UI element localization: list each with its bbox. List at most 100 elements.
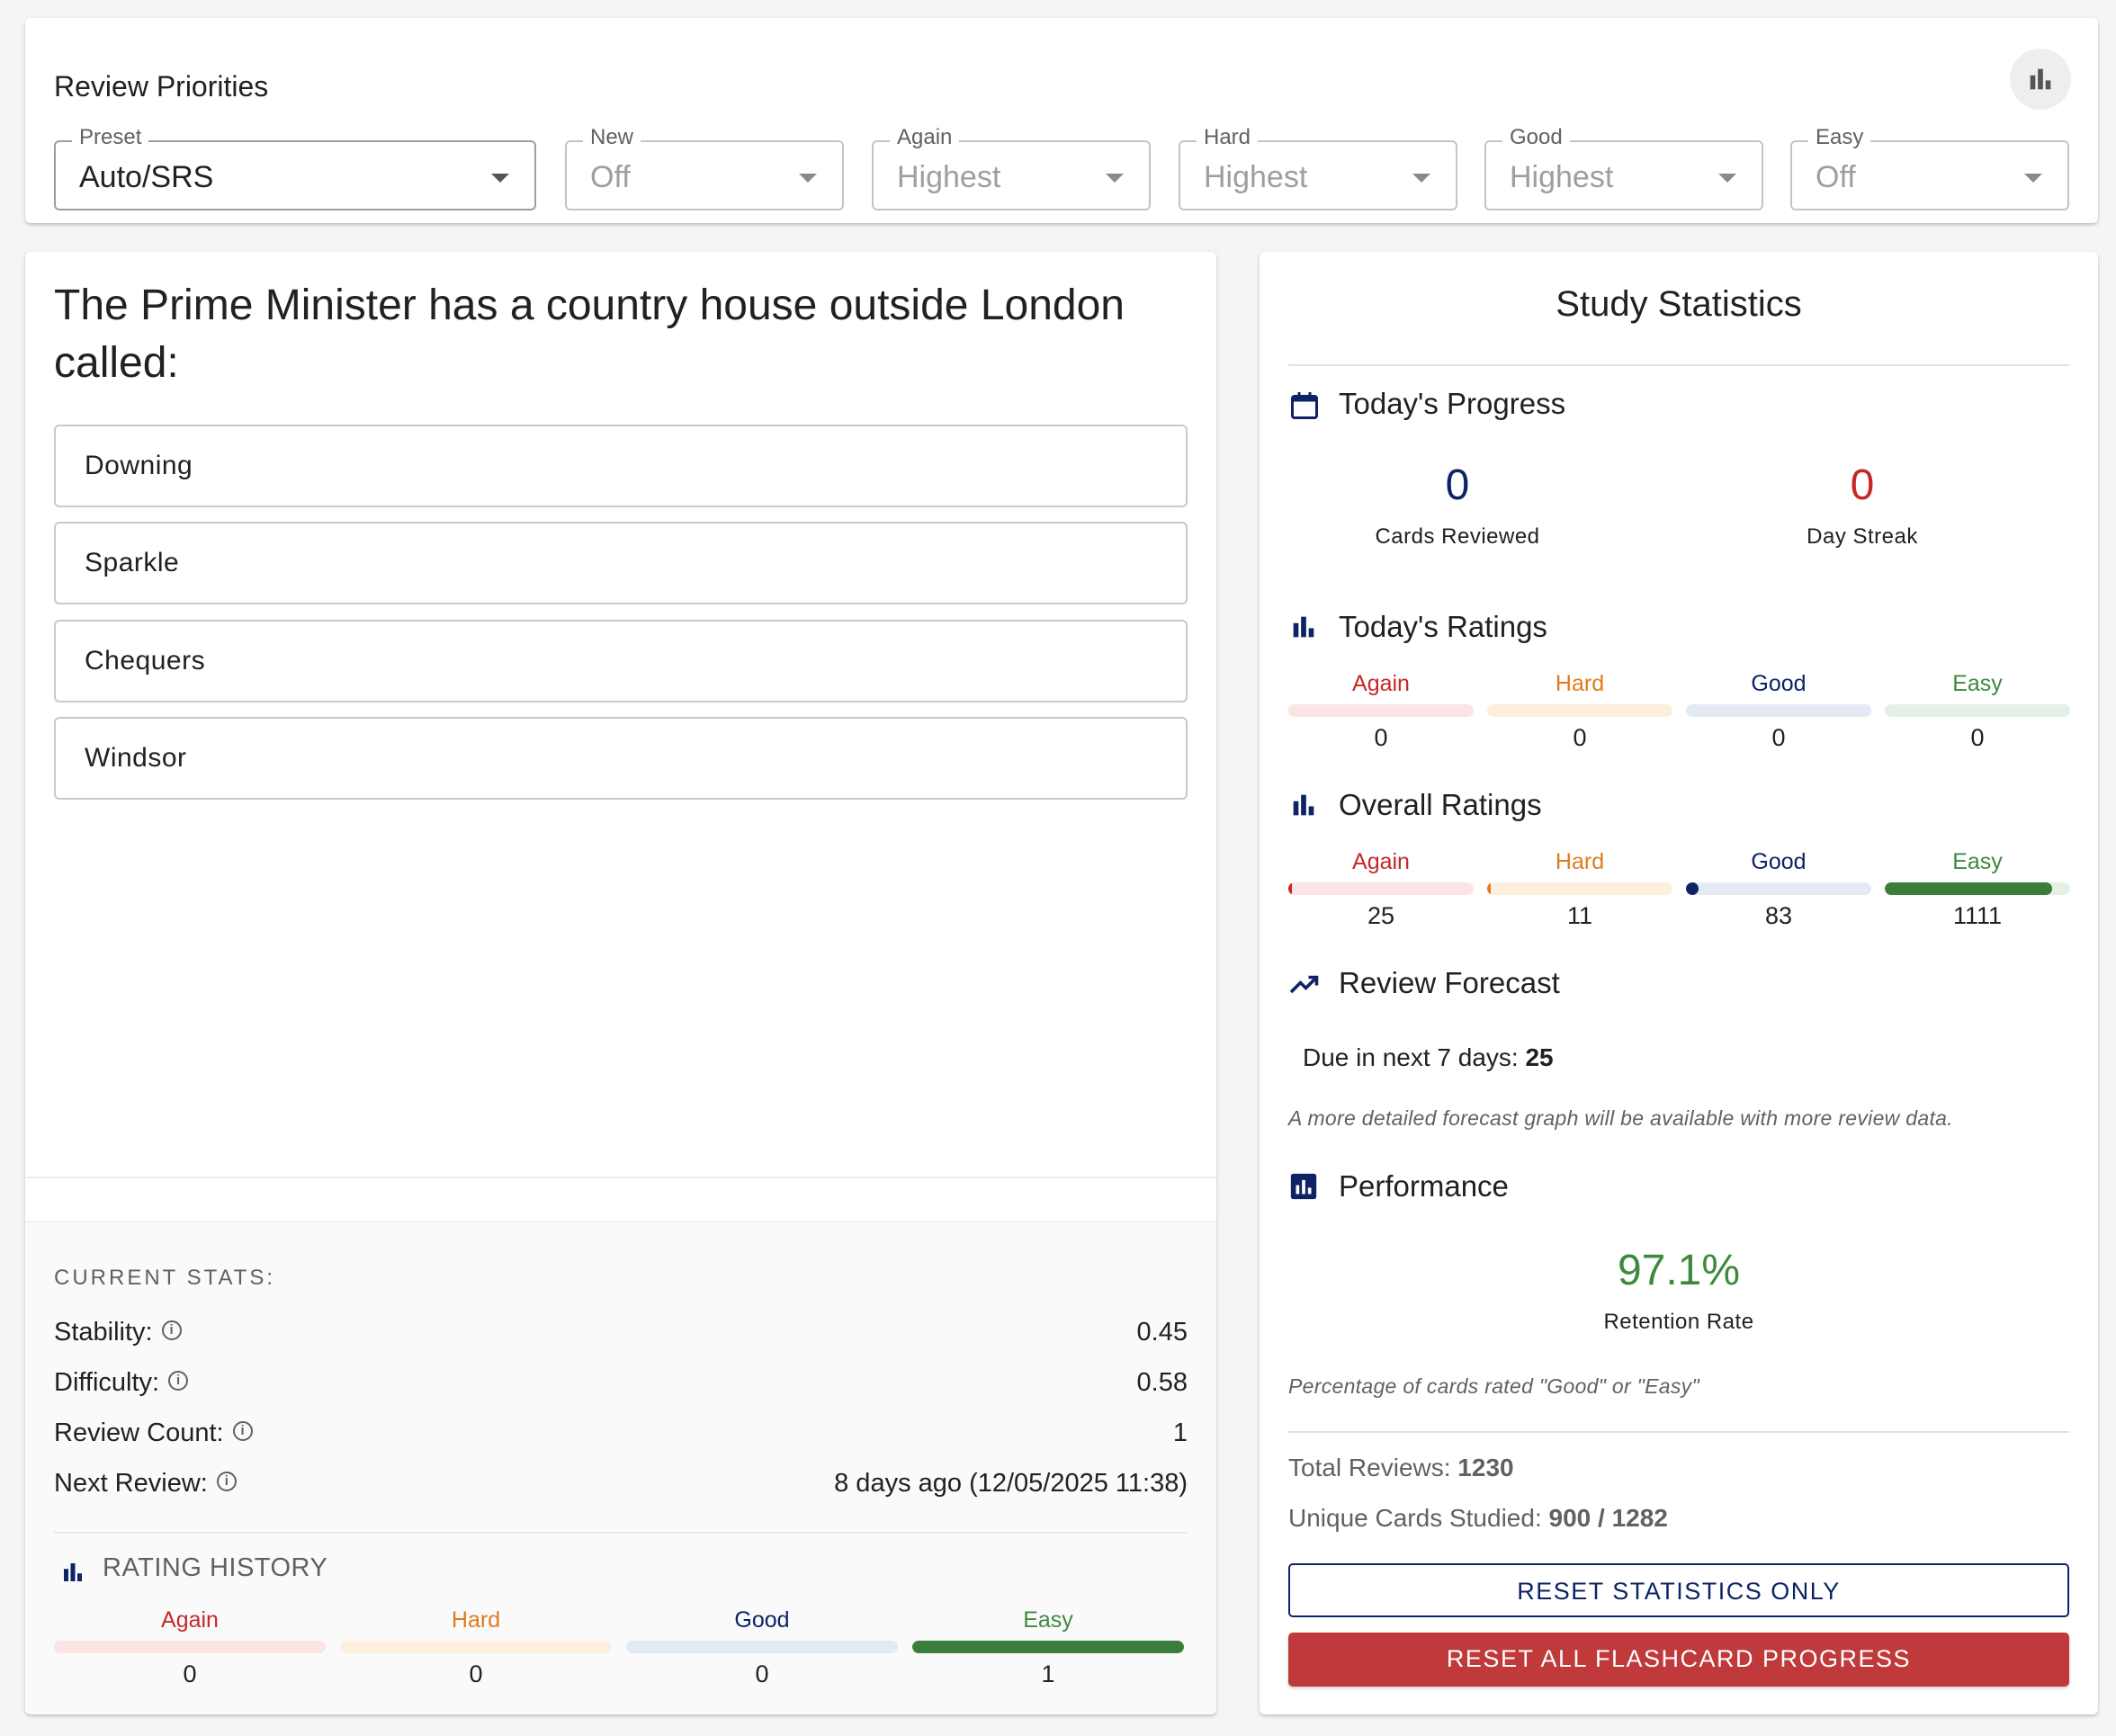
divider bbox=[1288, 364, 2069, 366]
todays-progress-header: Today's Progress bbox=[1288, 387, 1565, 421]
chevron-down-icon bbox=[1718, 174, 1736, 183]
answer-option[interactable]: Chequers bbox=[54, 620, 1188, 702]
good-priority-select[interactable]: Good Highest bbox=[1484, 124, 1763, 210]
performance-header: Performance bbox=[1288, 1169, 1509, 1204]
review-count-label: Review Count: bbox=[54, 1418, 224, 1447]
today-rating-easy: Easy 0 bbox=[1885, 671, 2070, 752]
rating-bar bbox=[1686, 704, 1871, 717]
rating-bar bbox=[1288, 704, 1474, 717]
rating-name: Good bbox=[1751, 671, 1807, 696]
info-icon[interactable]: i bbox=[161, 1320, 182, 1341]
reset-all-progress-button[interactable]: RESET ALL FLASHCARD PROGRESS bbox=[1288, 1633, 2069, 1687]
unique-cards-label: Unique Cards Studied: bbox=[1288, 1504, 1542, 1532]
rating-name: Hard bbox=[1555, 671, 1605, 696]
chevron-down-icon bbox=[1106, 174, 1124, 183]
stability-row: Stability: i 0.45 bbox=[54, 1318, 1188, 1354]
rating-name: Good bbox=[1751, 849, 1807, 874]
rating-bar bbox=[1885, 882, 2070, 895]
chevron-down-icon bbox=[799, 174, 817, 183]
preset-select[interactable]: Preset Auto/SRS bbox=[54, 124, 536, 210]
current-stats-title: CURRENT STATS: bbox=[54, 1266, 276, 1290]
again-select-value: Highest bbox=[897, 160, 1001, 194]
day-streak-value: 0 bbox=[1850, 461, 1875, 509]
again-priority-select[interactable]: Again Highest bbox=[872, 124, 1151, 210]
chevron-down-icon bbox=[2024, 174, 2042, 183]
todays-ratings-header: Today's Ratings bbox=[1288, 610, 1547, 644]
flashcard: The Prime Minister has a country house o… bbox=[25, 252, 1216, 1714]
rating-count: 0 bbox=[469, 1660, 483, 1687]
rating-count: 0 bbox=[183, 1660, 197, 1687]
day-streak-label: Day Streak bbox=[1807, 524, 1918, 549]
new-select-label: New bbox=[583, 124, 641, 151]
difficulty-row: Difficulty: i 0.58 bbox=[54, 1368, 1188, 1404]
bar-chart-icon bbox=[59, 1559, 86, 1586]
answer-option[interactable]: Downing bbox=[54, 425, 1188, 507]
rating-bar bbox=[1487, 882, 1672, 895]
divider bbox=[25, 1177, 1216, 1178]
study-statistics-panel: Study Statistics Today's Progress 0 Card… bbox=[1260, 252, 2098, 1714]
day-streak-stat: 0 Day Streak bbox=[1700, 461, 2024, 550]
total-reviews-label: Total Reviews: bbox=[1288, 1454, 1451, 1481]
performance-note: Percentage of cards rated "Good" or "Eas… bbox=[1288, 1374, 1699, 1398]
bar-chart-icon bbox=[1288, 612, 1319, 642]
forecast-note: A more detailed forecast graph will be a… bbox=[1288, 1106, 1953, 1130]
reset-statistics-button[interactable]: RESET STATISTICS ONLY bbox=[1288, 1563, 2069, 1617]
rating-count: 0 bbox=[1970, 724, 1985, 751]
total-reviews-value: 1230 bbox=[1457, 1454, 1514, 1481]
rating-bar bbox=[626, 1641, 898, 1653]
statistics-toggle-button[interactable] bbox=[2010, 49, 2071, 110]
due-value: 25 bbox=[1525, 1043, 1554, 1071]
new-priority-select[interactable]: New Off bbox=[565, 124, 844, 210]
study-statistics-title: Study Statistics bbox=[1556, 284, 1802, 324]
review-count-value: 1 bbox=[1172, 1418, 1188, 1447]
rating-bar-fill bbox=[912, 1641, 1184, 1653]
performance-title: Performance bbox=[1339, 1169, 1509, 1203]
due-next-7-days: Due in next 7 days: 25 bbox=[1303, 1043, 1554, 1072]
rating-name: Easy bbox=[1952, 849, 2003, 874]
good-select-label: Good bbox=[1502, 124, 1570, 151]
todays-progress-title: Today's Progress bbox=[1339, 387, 1566, 420]
rating-name: Again bbox=[161, 1607, 219, 1633]
rating-count: 11 bbox=[1566, 902, 1593, 929]
overall-rating-hard: Hard 11 bbox=[1487, 849, 1672, 930]
good-select-value: Highest bbox=[1510, 160, 1614, 194]
stability-label: Stability: bbox=[54, 1318, 153, 1347]
rating-count: 83 bbox=[1764, 902, 1793, 929]
rating-name: Again bbox=[1352, 849, 1410, 874]
overall-rating-easy: Easy 1111 bbox=[1885, 849, 2070, 930]
total-reviews: Total Reviews: 1230 bbox=[1288, 1454, 1514, 1482]
rating-count: 0 bbox=[1771, 724, 1786, 751]
info-icon[interactable]: i bbox=[168, 1371, 189, 1391]
rating-bar bbox=[1686, 882, 1871, 895]
calendar-icon bbox=[1291, 392, 1318, 419]
info-icon[interactable]: i bbox=[216, 1472, 237, 1492]
next-review-row: Next Review: i 8 days ago (12/05/2025 11:… bbox=[54, 1469, 1188, 1505]
preset-select-value: Auto/SRS bbox=[79, 160, 214, 194]
rating-count: 0 bbox=[1374, 724, 1388, 751]
difficulty-value: 0.58 bbox=[1136, 1368, 1188, 1397]
rating-bar bbox=[1288, 882, 1474, 895]
hard-priority-select[interactable]: Hard Highest bbox=[1179, 124, 1457, 210]
divider bbox=[54, 1532, 1188, 1534]
rating-count: 1 bbox=[1041, 1660, 1055, 1687]
rating-bar-fill bbox=[1487, 882, 1492, 895]
review-forecast-header: Review Forecast bbox=[1288, 966, 1560, 1000]
cards-reviewed-stat: 0 Cards Reviewed bbox=[1296, 461, 1619, 550]
rating-history-easy: Easy 1 bbox=[912, 1607, 1184, 1688]
answer-option[interactable]: Windsor bbox=[54, 717, 1188, 800]
rating-name: Easy bbox=[1952, 671, 2003, 696]
overall-ratings-title: Overall Ratings bbox=[1339, 788, 1542, 821]
rating-history-header: RATING HISTORY bbox=[54, 1553, 327, 1583]
chevron-down-icon bbox=[1412, 174, 1430, 183]
due-label: Due in next 7 days: bbox=[1303, 1043, 1519, 1071]
preset-select-label: Preset bbox=[72, 124, 149, 151]
overall-rating-good: Good 83 bbox=[1686, 849, 1871, 930]
overall-ratings-header: Overall Ratings bbox=[1288, 788, 1542, 822]
info-icon[interactable]: i bbox=[232, 1421, 253, 1442]
answer-option[interactable]: Sparkle bbox=[54, 522, 1188, 604]
assessment-icon bbox=[1290, 1173, 1317, 1200]
easy-priority-select[interactable]: Easy Off bbox=[1790, 124, 2069, 210]
rating-name: Again bbox=[1352, 671, 1410, 696]
review-forecast-title: Review Forecast bbox=[1339, 966, 1560, 999]
rating-name: Hard bbox=[451, 1607, 501, 1633]
